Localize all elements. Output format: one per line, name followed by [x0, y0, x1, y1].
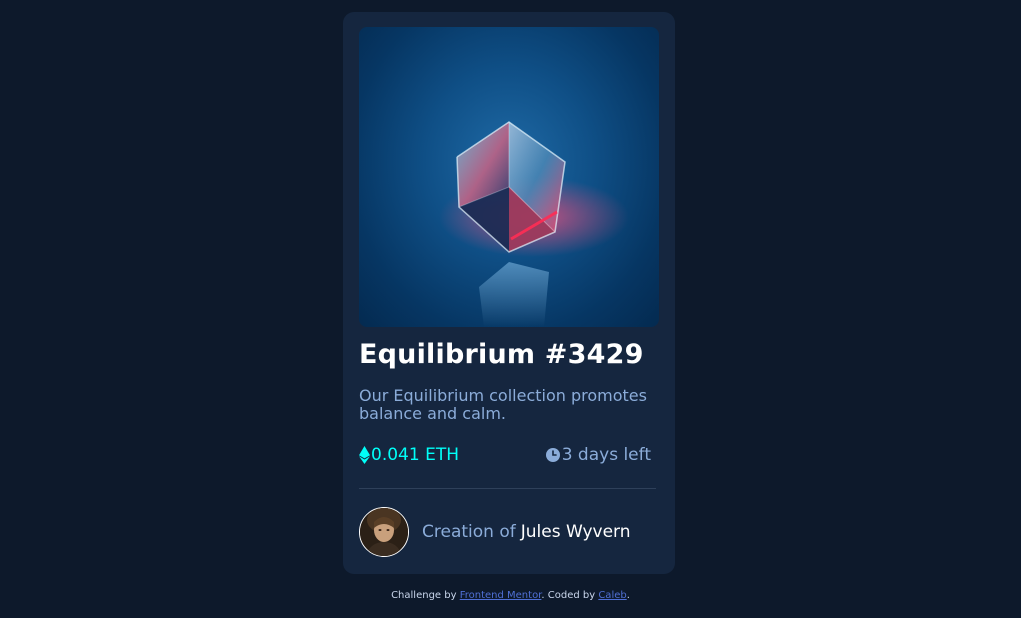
time-left-value: 3 days left	[561, 445, 651, 465]
price-value: 0.041 ETH	[371, 445, 459, 465]
nft-image[interactable]	[359, 27, 659, 327]
nft-card: Equilibrium #3429 Our Equilibrium collec…	[343, 12, 675, 574]
ethereum-icon	[359, 446, 370, 464]
divider	[359, 488, 656, 489]
nft-title[interactable]: Equilibrium #3429	[359, 339, 644, 370]
author-link[interactable]: Caleb	[598, 590, 626, 601]
time-left-info: 3 days left	[545, 445, 651, 465]
crystal-cube-image	[439, 121, 629, 327]
attribution-challenge-text: Challenge by	[391, 590, 457, 601]
nft-description: Our Equilibrium collection promotes bala…	[359, 386, 647, 423]
attribution-end: .	[626, 590, 630, 601]
avatar-image	[360, 508, 408, 556]
clock-icon	[545, 448, 560, 462]
price-info: 0.041 ETH	[359, 445, 459, 465]
creator-name-link[interactable]: Jules Wyvern	[521, 522, 631, 542]
creator-row: Creation of Jules Wyvern	[359, 506, 631, 558]
attribution-coded-text: . Coded by	[541, 590, 596, 601]
creator-avatar	[359, 507, 409, 557]
creator-prefix: Creation of	[422, 522, 516, 542]
attribution: Challenge by Frontend Mentor. Coded by C…	[0, 590, 1021, 601]
frontend-mentor-link[interactable]: Frontend Mentor	[460, 590, 542, 601]
